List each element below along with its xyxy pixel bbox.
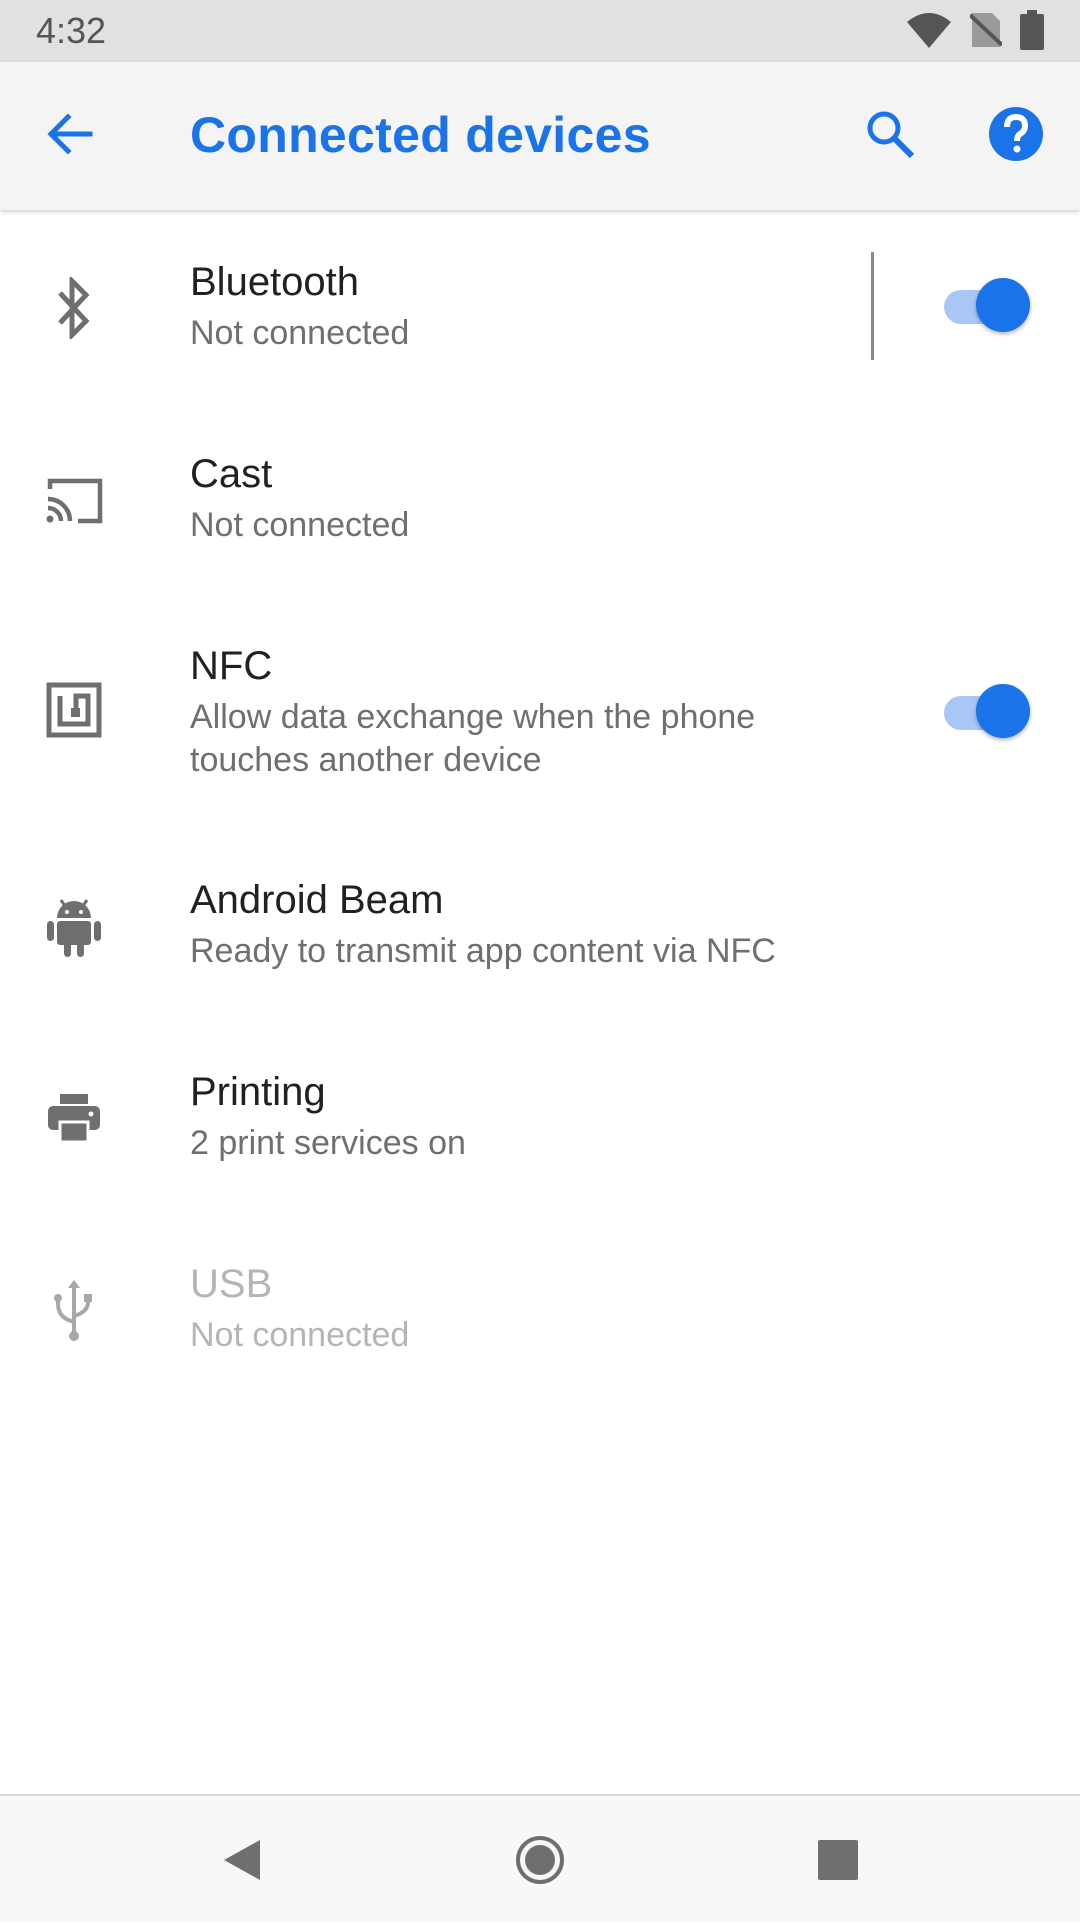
nav-back-button[interactable] [202,1822,282,1902]
list-item-title: Printing [190,1070,326,1114]
android-icon [40,892,108,960]
back-button[interactable] [34,100,106,172]
list-item-subtitle: 2 print services on [190,1124,466,1162]
usb-icon [40,1276,108,1344]
list-item-subtitle: Not connected [190,506,410,544]
list-item-bluetooth[interactable]: Bluetooth Not connected [0,212,1080,404]
print-icon [40,1084,108,1152]
list-item-title: Bluetooth [190,260,360,304]
list-item-title: USB [190,1262,273,1306]
vertical-divider [871,252,874,360]
nav-back-icon [218,1836,266,1889]
nfc-toggle[interactable] [944,682,1034,742]
list-item-nfc[interactable]: NFC Allow data exchange when the phone t… [0,596,1080,830]
bluetooth-icon [40,274,108,342]
list-item-cast[interactable]: Cast Not connected [0,404,1080,596]
search-icon [864,108,916,165]
battery-icon [1020,9,1044,55]
help-button[interactable] [980,100,1052,172]
list-item-android-beam[interactable]: Android Beam Ready to transmit app conte… [0,830,1080,1022]
list-item-title: Cast [190,452,273,496]
page-title: Connected devices [190,107,651,163]
status-bar: 4:32 [0,0,1080,62]
list-item-title: NFC [190,644,273,688]
app-bar: Connected devices [0,62,1080,210]
wifi-icon [906,12,952,53]
navigation-bar [0,1794,1080,1922]
toggle-thumb [976,684,1030,738]
list-item-subtitle: Allow data exchange when the phone touch… [190,698,756,779]
search-button[interactable] [854,100,926,172]
nav-home-button[interactable] [500,1822,580,1902]
nav-home-icon [514,1834,566,1891]
list-item-usb: USB Not connected [0,1214,1080,1406]
list-item-subtitle: Not connected [190,314,410,352]
help-icon [988,106,1044,167]
list-item-subtitle: Ready to transmit app content via NFC [190,932,776,970]
toggle-thumb [976,278,1030,332]
status-icons [906,9,1044,55]
no-sim-icon [968,11,1004,54]
nav-recents-icon [816,1838,860,1887]
arrow-back-icon [44,108,96,165]
list-item-printing[interactable]: Printing 2 print services on [0,1022,1080,1214]
nav-recents-button[interactable] [798,1822,878,1902]
status-time: 4:32 [36,10,107,51]
cast-icon [40,466,108,534]
bluetooth-toggle[interactable] [944,276,1034,336]
list-item-title: Android Beam [190,878,444,922]
nfc-icon [40,676,108,744]
list-item-subtitle: Not connected [190,1316,410,1354]
